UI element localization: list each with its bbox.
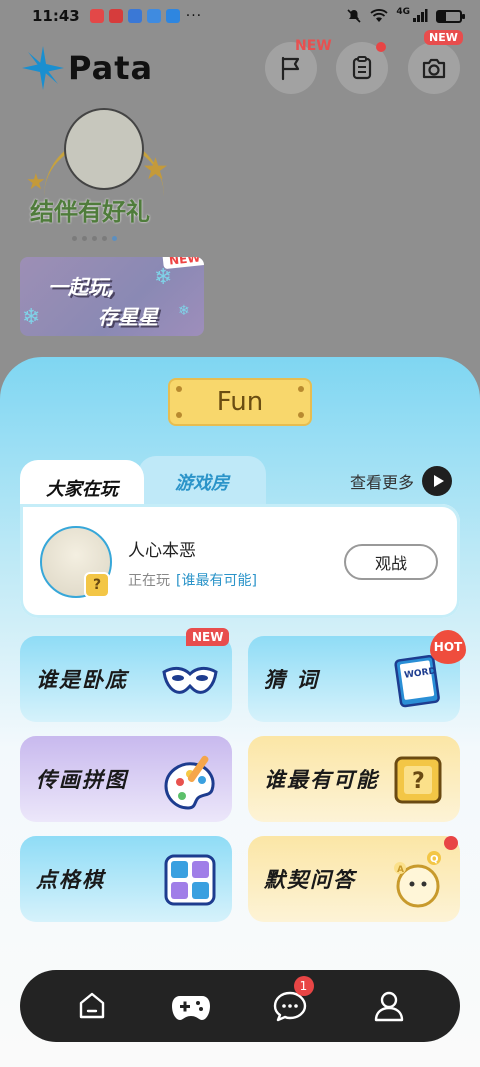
app-notification-icon — [108, 9, 123, 23]
flag-new-badge: NEW — [295, 38, 332, 54]
plaque-bolt — [298, 386, 304, 392]
pager-dot — [92, 236, 97, 241]
mask-icon — [162, 666, 218, 694]
event-new-badge: NEW — [161, 257, 204, 270]
player-name: 人心本恶 — [128, 541, 196, 561]
gamepad-icon — [171, 996, 210, 1020]
profile-icon — [374, 991, 403, 1022]
game-card-most-likely[interactable]: 谁最有可能 ? — [248, 736, 460, 822]
snowflake-icon: ❄ — [22, 305, 41, 330]
game-hot-badge: HOT — [430, 630, 466, 664]
nav-games[interactable] — [167, 982, 215, 1030]
tasks-red-dot — [376, 42, 386, 52]
app-logo: Pata — [22, 46, 153, 90]
clipboard-icon — [352, 56, 372, 80]
nav-messages[interactable]: 1 — [266, 976, 314, 1030]
banner-pager — [72, 236, 117, 241]
game-card-dots-boxes[interactable]: 点格棋 — [20, 836, 232, 922]
bottom-nav: 1 — [20, 970, 460, 1042]
section-title-plaque: Fun — [168, 378, 312, 426]
plaque-bolt — [176, 386, 182, 392]
flag-button[interactable]: NEW — [265, 38, 332, 94]
player-status-prefix: 正在玩 — [128, 573, 170, 589]
pager-dot — [72, 236, 77, 241]
plaque-bolt — [298, 412, 304, 418]
tab-game-rooms[interactable]: 游戏房 — [138, 456, 266, 508]
pager-dot — [102, 236, 107, 241]
camera-icon — [422, 58, 446, 79]
grid-board-icon — [164, 854, 216, 906]
game-label: 点格棋 — [36, 868, 105, 892]
snowflake-icon: ❄ — [154, 265, 173, 290]
game-question-icon: ? — [84, 572, 110, 598]
camera-new-badge: NEW — [424, 30, 463, 45]
event-banner-line1: 一起玩, — [48, 275, 116, 299]
logo-text: Pata — [68, 49, 154, 87]
star-logo-icon — [22, 46, 64, 90]
signal-icon — [413, 9, 428, 22]
mute-icon — [347, 9, 361, 23]
svg-text:A: A — [397, 865, 404, 875]
nav-profile[interactable] — [365, 982, 413, 1030]
tasks-button[interactable] — [336, 42, 388, 94]
banner-character-image — [64, 108, 144, 190]
camera-button[interactable]: NEW — [408, 30, 463, 94]
see-more-label: 查看更多 — [350, 473, 415, 492]
playing-user-card[interactable]: ? 人心本恶 正在玩 [谁最有可能] 观战 — [20, 504, 460, 618]
pager-dot-active — [112, 236, 117, 241]
home-icon — [79, 992, 104, 1019]
messages-badge: 1 — [293, 976, 314, 996]
network-type: 4G — [396, 7, 410, 17]
battery-icon — [436, 9, 465, 23]
paint-palette-icon — [164, 755, 215, 810]
game-card-tacit-quiz[interactable]: 默契问答 QA — [248, 836, 460, 922]
pager-dot — [82, 236, 87, 241]
game-label: 传画拼图 — [36, 768, 128, 792]
event-banner-line2: 存星星 — [98, 305, 158, 329]
nav-home[interactable] — [68, 982, 116, 1030]
status-time: 11:43 — [32, 7, 80, 25]
app-notification-icon — [89, 9, 104, 23]
star-decoration-icon: ★ — [142, 152, 169, 187]
event-banner[interactable]: ❄ ❄ ❄ 一起玩, 存星星 NEW — [20, 257, 204, 336]
game-card-undercover[interactable]: 谁是卧底 — [20, 636, 232, 722]
game-label: 谁最有可能 — [264, 768, 379, 792]
see-more-link[interactable]: 查看更多 — [350, 466, 453, 496]
play-arrow-icon — [422, 466, 453, 496]
banner-title: 结伴有好礼 — [30, 198, 150, 226]
section-title: Fun — [216, 387, 264, 417]
more-notifications-indicator: ··· — [185, 8, 203, 24]
svg-text:?: ? — [412, 769, 425, 794]
question-card-icon: ? — [394, 756, 442, 804]
notification-icons — [89, 9, 180, 23]
plaque-bolt — [176, 412, 182, 418]
game-card-draw-puzzle[interactable]: 传画拼图 — [20, 736, 232, 822]
player-status: 正在玩 [谁最有可能] — [128, 570, 257, 590]
game-label: 谁是卧底 — [36, 668, 128, 692]
flag-icon — [281, 56, 300, 81]
snowflake-icon: ❄ — [178, 303, 190, 319]
quiz-mascot-icon: QA — [394, 851, 441, 908]
game-label: 默契问答 — [264, 868, 356, 892]
game-card-guess-word[interactable]: 猜 词 WORD — [248, 636, 460, 722]
app-notification-icon — [165, 9, 180, 23]
quiz-red-dot — [444, 836, 458, 850]
player-current-game[interactable]: [谁最有可能] — [176, 570, 257, 590]
promo-banner[interactable]: ★ ★ 结伴有好礼 — [24, 100, 169, 232]
game-new-badge: NEW — [186, 628, 230, 646]
svg-text:Q: Q — [430, 854, 439, 865]
watch-button[interactable]: 观战 — [344, 544, 438, 580]
app-notification-icon — [146, 9, 161, 23]
app-notification-icon — [127, 9, 142, 23]
status-bar: 11:43 ··· 4G — [0, 0, 480, 32]
game-label: 猜 词 — [264, 668, 320, 692]
wifi-icon — [370, 9, 388, 22]
